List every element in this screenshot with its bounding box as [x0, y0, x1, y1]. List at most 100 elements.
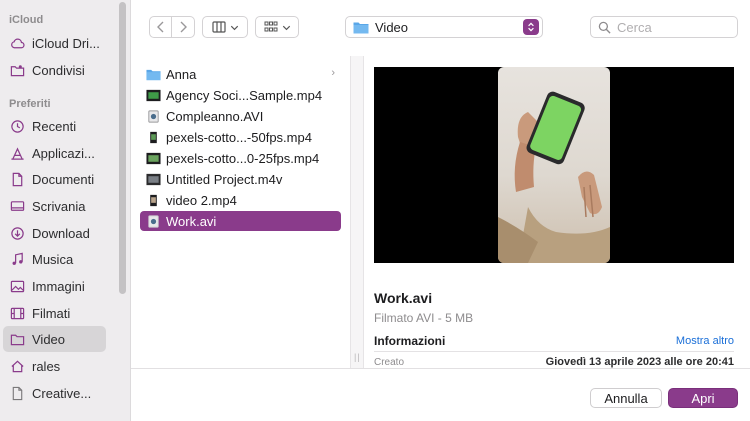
sidebar-item-condivisi[interactable]: Condivisi	[3, 57, 106, 83]
folder-icon	[146, 69, 161, 80]
applications-icon	[10, 146, 25, 161]
chevron-down-icon	[230, 25, 238, 30]
hand-holding-phone-illustration	[498, 91, 610, 263]
info-heading: Informazioni	[374, 334, 446, 348]
dialog-footer: Annulla Apri	[131, 368, 750, 421]
grid-icon	[264, 21, 277, 32]
file-name: video 2.mp4	[166, 192, 237, 208]
location-select[interactable]: Video	[345, 16, 543, 38]
list-item[interactable]: video 2.mp4	[140, 190, 341, 210]
document-icon	[10, 386, 25, 401]
shared-folder-icon	[10, 63, 25, 78]
preview-title: Work.avi	[374, 290, 433, 306]
sidebar-item-creative[interactable]: Creative...	[3, 380, 106, 406]
sidebar-item-label: iCloud Dri...	[32, 35, 100, 51]
chevron-right-icon	[180, 21, 187, 33]
file-name: Agency Soci...Sample.mp4	[166, 87, 323, 103]
sidebar-item-scrivania[interactable]: Scrivania	[3, 193, 106, 219]
search-input[interactable]	[617, 19, 727, 35]
sidebar-section-icloud: iCloud	[9, 14, 44, 26]
video-file-icon	[146, 89, 161, 101]
list-item[interactable]: Compleanno.AVI	[140, 106, 341, 126]
forward-button[interactable]	[172, 17, 194, 37]
columns-view-icon	[211, 21, 226, 33]
view-mode-button[interactable]	[202, 16, 248, 38]
created-value: Giovedì 13 aprile 2023 alle ore 20:41	[545, 356, 734, 368]
file-list-column: Anna › Agency Soci...Sample.mp4 Complean…	[131, 56, 351, 368]
search-field[interactable]	[590, 16, 738, 38]
clock-icon	[10, 119, 25, 134]
open-button[interactable]: Apri	[668, 388, 738, 408]
location-label: Video	[375, 19, 409, 35]
column-resize-handle[interactable]: ||	[350, 56, 364, 368]
sidebar-item-video[interactable]: Video	[3, 326, 106, 352]
group-button[interactable]	[255, 16, 299, 38]
download-icon	[10, 226, 25, 241]
grip-icon: ||	[354, 352, 361, 362]
sidebar-item-musica[interactable]: Musica	[3, 246, 106, 272]
list-item[interactable]: pexels-cotto...0-25fps.mp4	[140, 148, 341, 168]
sidebar-item-label: Creative...	[32, 385, 92, 401]
home-icon	[10, 359, 25, 374]
sidebar-item-label: Documenti	[32, 171, 95, 187]
sidebar-item-label: Applicazi...	[32, 145, 95, 161]
list-item[interactable]: Agency Soci...Sample.mp4	[140, 85, 341, 105]
sidebar-item-filmati[interactable]: Filmati	[3, 300, 106, 326]
video-file-icon	[150, 194, 157, 206]
file-name: pexels-cotto...-50fps.mp4	[166, 129, 312, 145]
document-icon	[10, 172, 25, 187]
sidebar-scrollbar[interactable]	[119, 2, 126, 294]
back-button[interactable]	[150, 17, 172, 37]
sidebar-item-label: Scrivania	[32, 198, 86, 214]
sidebar-item-download[interactable]: Download	[3, 220, 106, 246]
info-divider	[374, 351, 734, 352]
video-frame	[498, 67, 610, 263]
cloud-icon	[10, 36, 25, 51]
sidebar-item-label: rales	[32, 358, 61, 374]
video-thumbnail	[374, 67, 734, 263]
chevron-right-icon: ›	[331, 67, 335, 79]
list-item[interactable]: pexels-cotto...-50fps.mp4	[140, 127, 341, 147]
file-name: Compleanno.AVI	[166, 108, 264, 124]
sidebar-item-immagini[interactable]: Immagini	[3, 273, 106, 299]
film-icon	[10, 306, 25, 321]
avi-file-icon	[148, 109, 159, 123]
sidebar-item-rales[interactable]: rales	[3, 353, 106, 379]
chevron-left-icon	[156, 21, 163, 33]
music-icon	[10, 252, 25, 267]
photo-icon	[10, 279, 25, 294]
desktop-icon	[10, 199, 25, 214]
sidebar-item-applicazioni[interactable]: Applicazi...	[3, 140, 106, 166]
sidebar-item-label: Download	[32, 225, 90, 241]
sidebar-section-preferiti: Preferiti	[9, 98, 51, 110]
sidebar-item-documenti[interactable]: Documenti	[3, 166, 106, 192]
sidebar: iCloud iCloud Dri... Condivisi Preferiti…	[0, 0, 131, 421]
folder-icon	[10, 332, 25, 347]
file-name: Work.avi	[166, 213, 217, 229]
preview-pane: Work.avi Filmato AVI - 5 MB Informazioni…	[364, 56, 750, 368]
list-item-work-avi[interactable]: Work.avi	[140, 211, 341, 231]
location-stepper[interactable]	[523, 19, 539, 35]
file-name: Anna	[166, 66, 197, 82]
sidebar-item-label: Filmati	[32, 305, 71, 321]
sidebar-item-label: Recenti	[32, 118, 77, 134]
file-name: Untitled Project.m4v	[166, 171, 283, 187]
sidebar-item-label: Musica	[32, 251, 74, 267]
back-forward-control	[149, 16, 195, 38]
video-file-icon	[146, 173, 161, 185]
sidebar-item-label: Condivisi	[32, 62, 85, 78]
search-icon	[598, 21, 611, 34]
sidebar-item-label: Video	[32, 331, 66, 347]
up-down-chevron-icon	[528, 22, 534, 32]
cancel-button[interactable]: Annulla	[590, 388, 662, 408]
video-file-icon	[150, 131, 157, 143]
list-item[interactable]: Untitled Project.m4v	[140, 169, 341, 189]
created-label: Creato	[374, 357, 405, 368]
preview-subtitle: Filmato AVI - 5 MB	[374, 311, 474, 325]
sidebar-item-label: Immagini	[32, 278, 85, 294]
list-item-anna[interactable]: Anna ›	[140, 64, 341, 84]
sidebar-item-icloud-drive[interactable]: iCloud Dri...	[3, 30, 106, 56]
video-file-icon	[146, 152, 161, 164]
show-more-link[interactable]: Mostra altro	[676, 335, 734, 347]
sidebar-item-recenti[interactable]: Recenti	[3, 113, 106, 139]
